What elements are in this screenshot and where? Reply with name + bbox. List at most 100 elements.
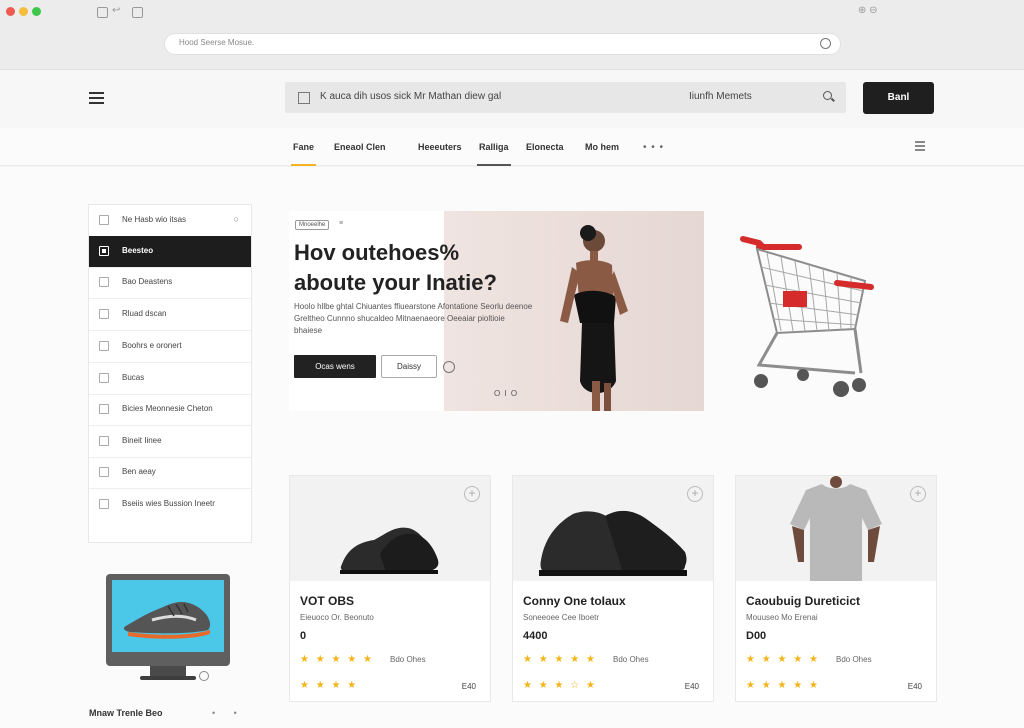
- black-sneaker-icon: [539, 510, 687, 576]
- nav-item-6[interactable]: Mo hem: [585, 142, 619, 152]
- sidebar-item-label: Ben aeay: [122, 467, 156, 476]
- header-button[interactable]: Banl: [863, 82, 934, 114]
- sidebar-footer-title: Mnaw Trenle Beo: [89, 708, 163, 718]
- hero-title: Hov outehoes% aboute your Inatie?: [294, 240, 497, 295]
- extension-icon[interactable]: ⊕ ⊖: [858, 5, 878, 16]
- search-icon[interactable]: [823, 91, 834, 102]
- checkbox[interactable]: [99, 404, 109, 414]
- sidebar-item-label: Bineit Iinee: [122, 436, 162, 445]
- sidebar-item[interactable]: Ne Hasb wio itsas ○: [89, 205, 251, 237]
- address-bar[interactable]: Hood Seerse Mosue.: [165, 34, 840, 54]
- checkbox[interactable]: [99, 215, 109, 225]
- product-count: E40: [684, 682, 699, 691]
- product-reviews: Bdo Ohes: [836, 655, 872, 664]
- nav-item-2[interactable]: Eneaol Clen: [334, 142, 386, 152]
- sidebar-item[interactable]: Rluad dscan: [89, 299, 251, 331]
- rating-stars: ★ ★ ★ ★ ★: [300, 654, 374, 665]
- maximize-window-button[interactable]: [32, 7, 41, 16]
- reload-icon[interactable]: [820, 38, 831, 49]
- chevron-icon: ○: [233, 214, 239, 224]
- shopping-cart-icon: [740, 236, 874, 397]
- close-window-button[interactable]: [6, 7, 15, 16]
- nav-item-3[interactable]: Heeeuters: [418, 142, 462, 152]
- rating-stars: ★ ★ ★ ★ ★: [746, 654, 820, 665]
- product-title[interactable]: Conny One toIaux: [523, 594, 626, 608]
- menu-icon[interactable]: [89, 92, 104, 104]
- checkbox[interactable]: [99, 467, 109, 477]
- monitor-base: [140, 676, 196, 680]
- product-image: +: [290, 476, 490, 581]
- minimize-window-button[interactable]: [19, 7, 28, 16]
- nav-item-1[interactable]: Fane: [290, 142, 317, 166]
- monitor-image: [106, 574, 230, 666]
- product-card[interactable]: + VOT OBS Eieuoco Or. Beonuto 0 ★ ★ ★ ★ …: [290, 476, 490, 701]
- sidebar-item-label: Bao Deastens: [122, 277, 173, 286]
- checkbox[interactable]: [99, 246, 109, 256]
- search-category-select[interactable]: Iiunfh Memets: [689, 91, 752, 102]
- address-text: Hood Seerse Mosue.: [179, 38, 255, 47]
- checkbox[interactable]: [99, 436, 109, 446]
- sidebar-item[interactable]: Boohrs e oronert: [89, 331, 251, 363]
- nav-item-5[interactable]: Elonecta: [526, 142, 564, 152]
- sidebar-footer-dots[interactable]: • •: [212, 708, 245, 718]
- monitor-screen: [112, 580, 224, 652]
- carousel-dots[interactable]: O I O: [494, 389, 518, 398]
- hero-secondary-button[interactable]: Daissy: [381, 355, 437, 378]
- product-card[interactable]: + Conny One toIaux Soneeoee Cee Iboetr 4…: [513, 476, 713, 701]
- checkbox[interactable]: [99, 277, 109, 287]
- search-input[interactable]: K auca dih usos sick Mr Mathan diew gal: [320, 91, 501, 102]
- rating-stars: ★ ★ ★ ★: [300, 680, 359, 691]
- product-reviews: Bdo Ohes: [390, 655, 426, 664]
- nav-more-icon[interactable]: • • •: [643, 142, 664, 153]
- sidebar-item-label: Beesteo: [122, 246, 154, 255]
- back-forward-icon[interactable]: ↩: [112, 5, 120, 16]
- play-icon[interactable]: [443, 361, 455, 373]
- settings-icon[interactable]: [199, 671, 209, 681]
- add-icon[interactable]: +: [464, 486, 480, 502]
- rating-stars: ★ ★ ★ ★ ★: [746, 680, 820, 691]
- add-icon[interactable]: +: [910, 486, 926, 502]
- sidebar-item[interactable]: Ben aeay: [89, 457, 251, 489]
- sidebar-item[interactable]: Bao Deastens: [89, 267, 251, 299]
- product-card[interactable]: + Caoubuig Dureticict Mouuseo Mo Erenai …: [736, 476, 936, 701]
- add-icon[interactable]: +: [687, 486, 703, 502]
- product-title[interactable]: VOT OBS: [300, 594, 354, 608]
- product-image: +: [513, 476, 713, 581]
- list-view-icon[interactable]: [915, 141, 925, 151]
- category-nav: Fane Eneaol Clen Heeeuters Ralliga Elone…: [0, 128, 1024, 166]
- hero-primary-button[interactable]: Ocas wens: [294, 355, 376, 378]
- hero-badge-icon: ≡: [339, 220, 344, 227]
- sidebar-item-label: Rluad dscan: [122, 309, 167, 318]
- sidebar-item[interactable]: Beesteo: [89, 236, 251, 268]
- search-bar[interactable]: K auca dih usos sick Mr Mathan diew gal …: [285, 82, 846, 113]
- sidebar-item[interactable]: Bineit Iinee: [89, 426, 251, 458]
- checkbox[interactable]: [99, 309, 109, 319]
- nav-item-4[interactable]: Ralliga: [477, 142, 511, 166]
- sneaker-icon: [123, 602, 211, 639]
- tabs-icon[interactable]: [132, 7, 143, 18]
- checkbox[interactable]: [99, 373, 109, 383]
- product-subtitle: Soneeoee Cee Iboetr: [523, 613, 600, 622]
- rating-stars: ★ ★ ★ ☆ ★: [523, 680, 597, 691]
- hero-banner: Mnoeelhe ≡ Hov outehoes% aboute your Ina…: [289, 211, 704, 411]
- product-title[interactable]: Caoubuig Dureticict: [746, 594, 860, 608]
- product-price: 4400: [523, 630, 548, 642]
- sidebar-item[interactable]: Bicies Meonnesie Cheton: [89, 394, 251, 426]
- sidebar-item-label: Bicies Meonnesie Cheton: [122, 404, 213, 413]
- sidebar-toggle-icon[interactable]: [97, 7, 108, 18]
- checkbox[interactable]: [99, 499, 109, 509]
- sidebar-item[interactable]: Bseiis wies Bussion Ineetr: [89, 489, 251, 521]
- product-price: D00: [746, 630, 767, 642]
- browser-chrome: ↩ ⊕ ⊖ Hood Seerse Mosue.: [0, 0, 1024, 70]
- image-search-icon[interactable]: [298, 92, 310, 104]
- hero-badge: Mnoeelhe: [295, 220, 330, 230]
- rating-stars: ★ ★ ★ ★ ★: [523, 654, 597, 665]
- product-count: E40: [907, 682, 922, 691]
- checkbox[interactable]: [99, 341, 109, 351]
- tshirt-icon: [790, 476, 882, 581]
- black-sneaker-icon: [340, 527, 439, 574]
- product-image: +: [736, 476, 936, 581]
- sidebar-item-label: Ne Hasb wio itsas: [122, 215, 187, 224]
- sidebar-item[interactable]: Bucas: [89, 363, 251, 395]
- sidebar-item-label: Boohrs e oronert: [122, 341, 182, 350]
